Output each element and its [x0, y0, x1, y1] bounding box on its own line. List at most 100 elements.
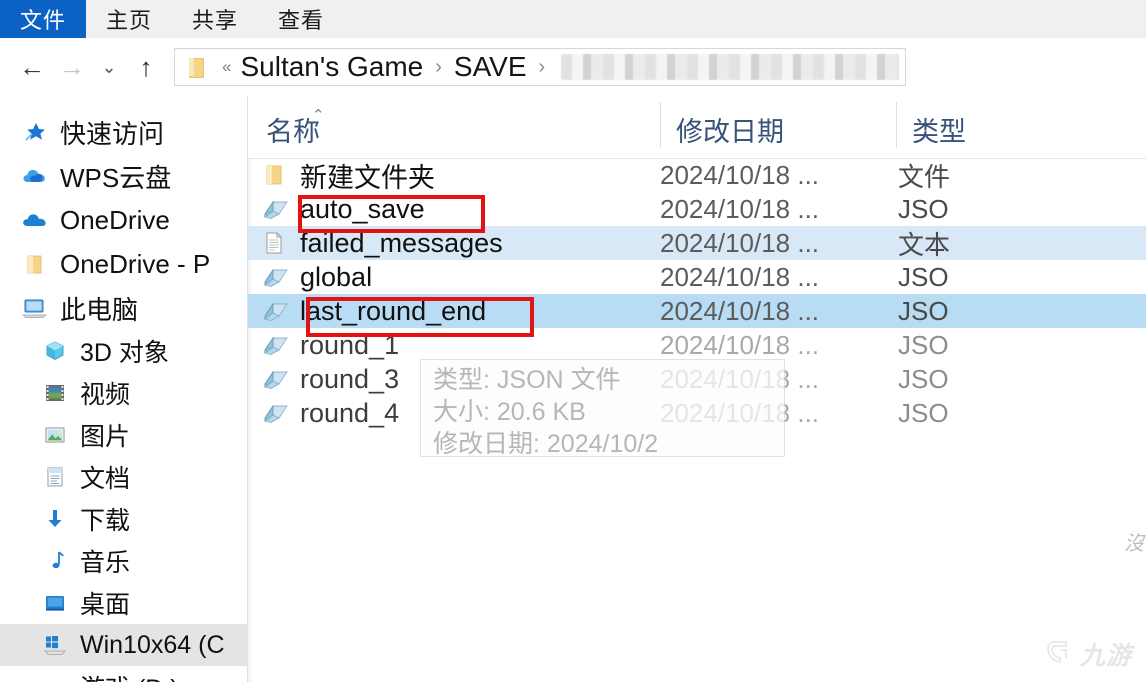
edge-text-fragment: 沒	[1124, 533, 1144, 555]
navigation-bar: ← → ⌄ ↑ « Sultan's Game › SAVE ›	[0, 38, 1146, 96]
file-name: auto_save	[300, 193, 425, 224]
windows-drive-icon	[42, 632, 68, 658]
chevron-down-icon: ⌄	[101, 57, 117, 77]
sidebar-item-label: WPS云盘	[60, 162, 172, 193]
json-file-icon	[262, 197, 290, 221]
json-file-icon	[262, 265, 290, 289]
tooltip-type-line: 类型: JSON 文件	[433, 366, 621, 394]
file-type: JSO	[898, 261, 949, 292]
column-divider-2[interactable]	[896, 102, 897, 148]
sidebar-item-this-pc[interactable]: 此电脑	[0, 286, 247, 330]
tab-home-label: 主页	[106, 8, 153, 33]
arrow-left-icon: ←	[19, 52, 45, 82]
table-row[interactable]: last_round_end 2024/10/18 ... JSO	[248, 294, 1146, 328]
sidebar-item-onedrive[interactable]: OneDrive	[0, 198, 247, 242]
sidebar-item-pictures[interactable]: 图片	[0, 414, 247, 456]
file-date-modified: 2024/10/18 ...	[660, 193, 820, 224]
folder-icon	[262, 163, 290, 187]
json-file-icon	[262, 367, 290, 391]
file-name: round_3	[300, 363, 400, 394]
3d-objects-icon	[42, 338, 68, 364]
music-icon	[42, 548, 68, 574]
videos-icon	[42, 380, 68, 406]
sidebar-item-downloads[interactable]: 下载	[0, 498, 247, 540]
breadcrumb-separator-2[interactable]: ›	[527, 56, 558, 79]
sidebar-item-label: 游戏 (D:)	[80, 669, 179, 682]
file-name: last_round_end	[300, 295, 487, 326]
sidebar-item-videos[interactable]: 视频	[0, 372, 247, 414]
forward-button[interactable]: →	[52, 47, 92, 87]
text-file-icon	[262, 231, 290, 255]
sidebar-item-onedrive-personal[interactable]: OneDrive - P	[0, 242, 247, 286]
file-date-modified: 2024/10/18 ...	[660, 261, 820, 292]
documents-icon	[42, 464, 68, 490]
sidebar-item-documents[interactable]: 文档	[0, 456, 247, 498]
file-type: JSO	[898, 363, 949, 394]
pin-star-icon	[22, 119, 48, 145]
pictures-icon	[42, 422, 68, 448]
tab-share-label: 共享	[192, 8, 239, 33]
column-header-type[interactable]: 类型	[912, 110, 966, 149]
file-date-modified: 2024/10/18 ...	[660, 329, 820, 360]
column-header-date-modified[interactable]: 修改日期	[676, 110, 784, 149]
table-row[interactable]: 新建文件夹 2024/10/18 ... 文件	[248, 158, 1146, 193]
sidebar-item-label: 快速访问	[60, 118, 165, 149]
folder-icon	[187, 57, 205, 78]
json-file-icon	[262, 299, 290, 323]
sidebar-item-games-drive[interactable]: 游戏 (D:)	[0, 666, 247, 682]
table-row[interactable]: global 2024/10/18 ... JSO	[248, 260, 1146, 294]
file-type: JSO	[898, 397, 949, 428]
drive-icon	[42, 674, 68, 682]
navigation-sidebar[interactable]: 快速访问 WPS云盘 OneDrive OneDrive - P 此电脑 3D …	[0, 96, 248, 682]
table-row[interactable]: round_1 2024/10/18 ... JSO	[248, 328, 1146, 362]
file-date-modified: 2024/10/18 ...	[660, 159, 820, 190]
column-header-name[interactable]: ⌃ 名称	[266, 107, 325, 149]
file-name: failed_messages	[300, 227, 503, 258]
file-type: JSO	[898, 329, 949, 360]
tab-file[interactable]: 文件	[0, 0, 86, 38]
sidebar-item-3d-objects[interactable]: 3D 对象	[0, 330, 247, 372]
table-row[interactable]: auto_save 2024/10/18 ... JSO	[248, 192, 1146, 226]
sidebar-item-wps-cloud[interactable]: WPS云盘	[0, 154, 247, 198]
json-file-icon	[262, 333, 290, 357]
sidebar-item-desktop[interactable]: 桌面	[0, 582, 247, 624]
breadcrumb-crumb-blurred[interactable]	[561, 54, 899, 80]
onedrive-cloud-icon	[22, 207, 48, 233]
sidebar-item-label: 3D 对象	[80, 339, 169, 367]
breadcrumb-overflow-chevron[interactable]: «	[213, 57, 240, 77]
breadcrumb-separator-1[interactable]: ›	[423, 56, 454, 79]
sidebar-item-win10x64-drive[interactable]: Win10x64 (C	[0, 624, 247, 666]
recent-locations-button[interactable]: ⌄	[92, 47, 126, 87]
breadcrumb-crumb-save[interactable]: SAVE	[454, 51, 527, 83]
back-button[interactable]: ←	[12, 47, 52, 87]
file-list-pane[interactable]: ⌃ 名称 修改日期 类型 新建文件夹 2024/10/18 ... 文件 aut…	[248, 96, 1146, 682]
breadcrumb-crumb-sultans-game[interactable]: Sultan's Game	[240, 51, 423, 83]
tab-file-label: 文件	[19, 8, 66, 33]
column-header-row: ⌃ 名称 修改日期 类型	[248, 96, 1146, 159]
tab-view-label: 查看	[278, 8, 325, 33]
sidebar-item-label: 此电脑	[60, 294, 139, 325]
jiuyou-logo-icon	[1045, 637, 1075, 672]
tab-home[interactable]: 主页	[86, 0, 172, 38]
explorer-body: 快速访问 WPS云盘 OneDrive OneDrive - P 此电脑 3D …	[0, 96, 1146, 682]
tab-share[interactable]: 共享	[172, 0, 258, 38]
file-type: 文件	[898, 161, 951, 192]
tab-view[interactable]: 查看	[258, 0, 344, 38]
file-date-modified: 2024/10/18 ...	[660, 227, 820, 258]
sidebar-item-label: Win10x64 (C	[80, 630, 225, 659]
up-one-level-button[interactable]: ↑	[126, 47, 166, 87]
sidebar-item-label: 桌面	[80, 591, 131, 619]
sidebar-item-label: OneDrive	[60, 204, 170, 235]
table-row[interactable]: failed_messages 2024/10/18 ... 文本	[248, 226, 1146, 260]
sidebar-item-music[interactable]: 音乐	[0, 540, 247, 582]
sidebar-item-quick-access[interactable]: 快速访问	[0, 110, 247, 154]
tooltip-size-line: 大小: 20.6 KB	[433, 398, 586, 426]
sidebar-item-label: 音乐	[80, 549, 131, 577]
arrow-right-icon: →	[59, 52, 85, 82]
json-file-icon	[262, 401, 290, 425]
watermark: 九游	[1045, 636, 1132, 672]
file-name: 新建文件夹	[300, 162, 435, 193]
column-divider-1[interactable]	[660, 102, 661, 148]
address-bar[interactable]: « Sultan's Game › SAVE ›	[174, 48, 906, 86]
sidebar-item-label: 视频	[80, 381, 131, 409]
